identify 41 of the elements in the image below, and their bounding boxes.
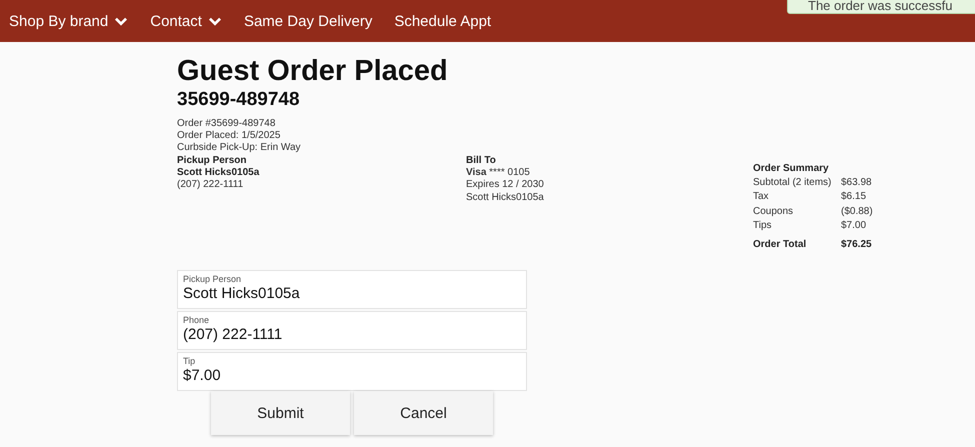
field-value: $7.00 (183, 367, 221, 384)
field-label: Pickup Person (183, 274, 242, 284)
card-info: Visa **** 0105 (466, 167, 531, 180)
section-heading: Bill To (466, 155, 497, 168)
field-value: (207) 222-1111 (183, 326, 282, 344)
chevron-down-icon (114, 16, 128, 26)
form-button[interactable]: Submit (211, 391, 350, 436)
field-value: Scott Hicks0105a (183, 285, 300, 302)
order-detail: Order #35699-489748 (177, 118, 276, 130)
order-detail: Curbside Pick-Up: Erin Way (177, 142, 302, 155)
pickup-name: Scott Hicks0105a (177, 166, 260, 180)
page-title: Guest Order Placed (177, 54, 449, 88)
pickup-phone: (207) 222-1111 (177, 179, 244, 192)
billing-name: Scott Hicks0105a (466, 192, 545, 204)
input-field[interactable]: Pickup Person Scott Hicks0105a (177, 270, 527, 310)
card-expiry: Expires 12 / 2030 (466, 179, 545, 192)
nav-link[interactable]: Contact (150, 12, 222, 30)
summary-label: Coupons (753, 206, 794, 218)
summary-label: Subtotal (2 items) (753, 177, 832, 190)
summary-value: $76.25 (841, 239, 872, 252)
order-number: 35699-489748 (177, 89, 301, 111)
section-heading: Pickup Person (177, 154, 248, 167)
nav-link[interactable]: Same Day Delivery (244, 12, 372, 30)
section-heading: Order Summary (753, 163, 830, 176)
chevron-down-icon (208, 16, 222, 26)
toast-message: The order was successfu (808, 0, 953, 13)
summary-label: Tax (753, 191, 770, 204)
nav-link[interactable]: Schedule Appt (394, 12, 492, 30)
summary-label: Tips (753, 220, 773, 232)
order-detail: Order Placed: 1/5/2025 (177, 130, 282, 142)
input-field[interactable]: Tip $7.00 (177, 352, 527, 392)
form-button[interactable]: Cancel (354, 391, 493, 436)
field-label: Tip (183, 356, 196, 366)
summary-value: ($0.88) (841, 206, 873, 218)
field-label: Phone (183, 315, 210, 326)
input-field[interactable]: Phone (207) 222-1111 (177, 311, 527, 350)
summary-value: $7.00 (841, 220, 866, 232)
summary-label: Order Total (753, 239, 808, 252)
nav-link[interactable]: Shop By brand (9, 12, 128, 30)
summary-value: $6.15 (841, 191, 866, 204)
summary-value: $63.98 (841, 177, 872, 190)
